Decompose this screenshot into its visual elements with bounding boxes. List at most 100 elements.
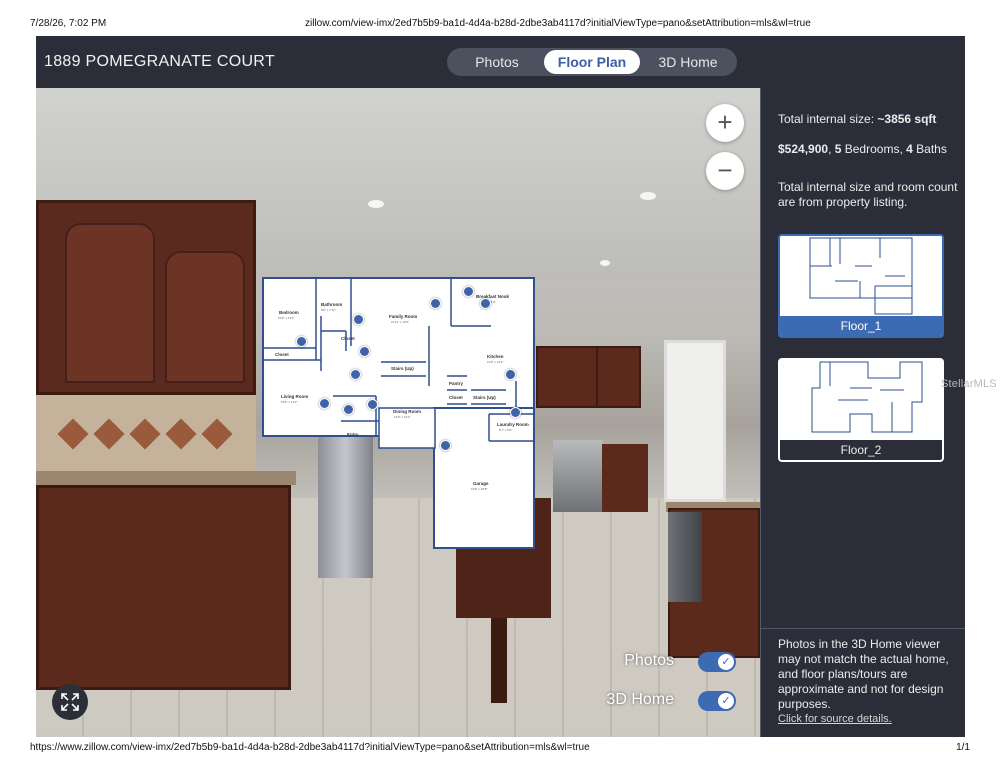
price-separator: ,	[828, 142, 835, 156]
panorama-hotspot[interactable]	[359, 346, 370, 357]
mls-watermark: StellarMLS	[941, 378, 997, 390]
backsplash-tile	[165, 418, 197, 450]
backsplash-tile	[129, 418, 161, 450]
cabinet-door	[65, 223, 155, 383]
room-size: 19'6" x 20'8"	[471, 487, 488, 491]
zillow-imx-viewer: 1889 POMEGRANATE COURT Photos Floor Plan…	[36, 36, 965, 737]
side-panel-divider	[761, 628, 965, 629]
price-summary: $524,900, 5 Bedrooms, 4 Baths	[778, 142, 947, 157]
room-size: 8'6" x 7'10"	[321, 308, 336, 312]
listing-price: $524,900	[778, 142, 829, 156]
panorama-hotspot[interactable]	[480, 298, 491, 309]
panorama-hotspot[interactable]	[463, 286, 474, 297]
floor-1-card[interactable]: Floor_1	[778, 234, 944, 338]
panorama-hotspot[interactable]	[440, 440, 451, 451]
floor-1-label: Floor_1	[780, 316, 942, 336]
ceiling-light	[368, 200, 384, 208]
room-size: 13'9" x 13'2"	[394, 415, 411, 419]
check-icon: ✓	[718, 693, 734, 709]
backsplash-tile	[93, 418, 125, 450]
3d-home-layer-toggle[interactable]: 3D Home ✓	[596, 691, 736, 711]
tab-3d-home[interactable]: 3D Home	[643, 50, 733, 74]
viewer-disclaimer: Photos in the 3D Home viewer may not mat…	[778, 637, 949, 711]
3d-home-toggle-label: 3D Home	[606, 691, 674, 708]
total-size-value: ~3856 sqft	[877, 112, 937, 126]
room-label: Laundry Room	[497, 422, 529, 427]
room-size: 15'5" x 14'2"	[281, 400, 298, 404]
source-details-link[interactable]: Click for source details.	[778, 713, 892, 725]
tab-floor-plan[interactable]: Floor Plan	[544, 50, 640, 74]
print-datetime: 7/28/26, 7:02 PM	[30, 18, 107, 29]
photos-toggle-switch[interactable]: ✓	[698, 652, 736, 672]
print-page-number: 1/1	[956, 742, 970, 753]
backsplash-tile	[57, 418, 89, 450]
zoom-out-button[interactable]: −	[706, 152, 744, 190]
viewer-top-bar: 1889 POMEGRANATE COURT Photos Floor Plan…	[36, 36, 965, 88]
ceiling-light	[640, 192, 656, 200]
3d-home-toggle-switch[interactable]: ✓	[698, 691, 736, 711]
room-size: 13'9" x 12'0"	[487, 360, 504, 364]
size-source-note: Total internal size and room count are f…	[778, 180, 958, 209]
photos-layer-toggle[interactable]: Photos ✓	[596, 652, 736, 672]
room-label: Closet	[449, 395, 463, 400]
countertop-left	[36, 471, 296, 485]
panorama-hotspot[interactable]	[353, 314, 364, 325]
floor-plan-overlay[interactable]: Bedroom 10'6" x 13'3" Bathroom 8'6" x 7'…	[261, 276, 536, 551]
room-label: Pantry	[449, 381, 464, 386]
room-size: 8'7" x 5'9"	[499, 428, 513, 432]
base-cabinets-left	[36, 485, 291, 690]
panorama-hotspot[interactable]	[430, 298, 441, 309]
photos-toggle-label: Photos	[624, 652, 674, 669]
zoom-in-button[interactable]: +	[706, 104, 744, 142]
panorama-hotspot[interactable]	[296, 336, 307, 347]
floor-2-card[interactable]: Floor_2	[778, 358, 944, 462]
room-label: Kitchen	[487, 354, 504, 359]
room-label: Bedroom	[279, 310, 299, 315]
room-label: Closet	[341, 336, 355, 341]
upper-cabinet-back-right	[596, 346, 641, 408]
floor-1-thumbnail	[780, 236, 942, 316]
view-type-switcher: Photos Floor Plan 3D Home	[447, 48, 737, 76]
panorama-hotspot[interactable]	[367, 399, 378, 410]
panorama-hotspot[interactable]	[505, 369, 516, 380]
panorama-hotspot[interactable]	[343, 404, 354, 415]
room-label: Closet	[275, 352, 289, 357]
room-label: Breakfast Nook	[476, 294, 510, 299]
fullscreen-button[interactable]	[52, 684, 88, 720]
total-size-label: Total internal size:	[778, 112, 878, 126]
backsplash-tile	[201, 418, 233, 450]
backsplash	[36, 395, 256, 475]
print-header: 7/28/26, 7:02 PM zillow.com/view-imx/2ed…	[30, 18, 970, 32]
panorama-hotspot[interactable]	[319, 398, 330, 409]
floor-2-label: Floor_2	[780, 440, 942, 460]
room-label: Living Room	[281, 394, 309, 399]
panorama-view[interactable]: + − Bedroom 10'6" x 13'3" Bathroom 8'6" …	[36, 88, 760, 737]
room-label: Garage	[473, 481, 489, 486]
room-label: Stairs (Up)	[391, 366, 414, 371]
ceiling-light	[600, 260, 610, 266]
bath-count: 4	[906, 142, 913, 156]
doorway	[664, 340, 726, 502]
dishwasher	[668, 512, 702, 602]
room-label: Entry	[347, 432, 359, 437]
room-label: Dining Room	[393, 409, 421, 414]
panorama-hotspot[interactable]	[510, 407, 521, 418]
room-label: Bathroom	[321, 302, 343, 307]
upper-cabinets-left	[36, 200, 256, 395]
cabinet-door	[165, 251, 245, 383]
bedrooms-label: Bedrooms,	[841, 142, 907, 156]
room-size: 21'11" x 13'8"	[391, 320, 409, 324]
room-label: Family Room	[389, 314, 418, 319]
expand-icon	[61, 693, 79, 711]
island-post	[491, 618, 507, 703]
listing-side-panel: Total internal size: ~3856 sqft $524,900…	[760, 88, 965, 737]
print-url-top: zillow.com/view-imx/2ed7b5b9-ba1d-4d4a-b…	[305, 18, 811, 29]
listing-address: 1889 POMEGRANATE COURT	[44, 53, 275, 70]
print-footer: https://www.zillow.com/view-imx/2ed7b5b9…	[30, 742, 970, 756]
room-size: 10'6" x 13'3"	[278, 316, 295, 320]
base-cabinet-back	[602, 444, 648, 512]
total-size: Total internal size: ~3856 sqft	[778, 112, 936, 127]
tab-photos[interactable]: Photos	[451, 50, 543, 74]
panorama-hotspot[interactable]	[350, 369, 361, 380]
print-url-bottom: https://www.zillow.com/view-imx/2ed7b5b9…	[30, 742, 590, 753]
